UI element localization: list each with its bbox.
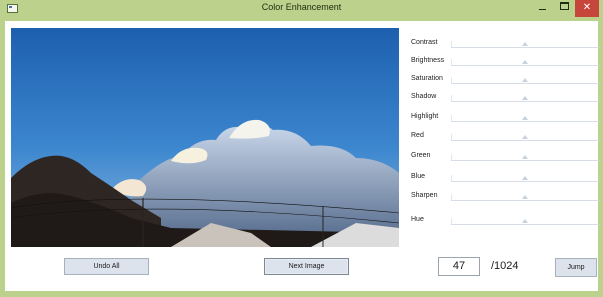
minimize-button[interactable] (531, 0, 553, 17)
slider-label: Shadow (411, 93, 437, 100)
slider-hue[interactable]: Hue (411, 215, 599, 231)
slider-label: Sharpen (411, 192, 438, 199)
slider-shadow[interactable]: Shadow (411, 92, 599, 108)
slider-red[interactable]: Red (411, 131, 599, 147)
client-area: Contrast Brightness Saturation Shadow Hi… (5, 21, 599, 291)
slider-track[interactable] (451, 47, 599, 48)
slider-track[interactable] (451, 121, 599, 122)
slider-blue[interactable]: Blue (411, 172, 599, 188)
slider-thumb[interactable] (522, 96, 528, 100)
slider-track[interactable] (451, 181, 599, 182)
slider-label: Blue (411, 173, 426, 180)
slider-label: Red (411, 132, 424, 139)
slider-thumb[interactable] (522, 78, 528, 82)
image-index-input[interactable]: 47 (438, 257, 480, 276)
slider-thumb[interactable] (522, 219, 528, 223)
slider-brightness[interactable]: Brightness (411, 56, 599, 72)
maximize-icon (559, 2, 569, 11)
jump-button[interactable]: Jump (555, 258, 597, 277)
maximize-button[interactable] (553, 0, 575, 17)
slider-highlight[interactable]: Highlight (411, 112, 599, 128)
slider-thumb[interactable] (522, 195, 528, 199)
minimize-icon (538, 8, 546, 10)
close-icon: ✕ (582, 2, 592, 13)
slider-label: Green (411, 152, 431, 159)
window-title: Color Enhancement (261, 2, 342, 12)
app-window: Color Enhancement ✕ Contrast Brightness … (0, 0, 603, 297)
slider-label: Contrast (411, 39, 438, 46)
slider-thumb[interactable] (522, 155, 528, 159)
slider-contrast[interactable]: Contrast (411, 38, 599, 54)
slider-track[interactable] (451, 101, 599, 102)
slider-saturation[interactable]: Saturation (411, 74, 599, 90)
slider-track[interactable] (451, 160, 599, 161)
title-bar[interactable]: Color Enhancement ✕ (0, 0, 603, 21)
next-image-button[interactable]: Next Image (264, 258, 349, 275)
image-total-count: /1024 (491, 260, 519, 272)
slider-sharpen[interactable]: Sharpen (411, 191, 599, 207)
slider-thumb[interactable] (522, 60, 528, 64)
slider-thumb[interactable] (522, 176, 528, 180)
slider-track[interactable] (451, 65, 599, 66)
slider-thumb[interactable] (522, 42, 528, 46)
slider-thumb[interactable] (522, 135, 528, 139)
adjustment-panel: Contrast Brightness Saturation Shadow Hi… (411, 21, 599, 251)
slider-label: Hue (411, 216, 424, 223)
slider-track[interactable] (451, 140, 599, 141)
slider-label: Brightness (411, 57, 445, 64)
image-preview (11, 28, 399, 247)
slider-track[interactable] (451, 200, 599, 201)
slider-thumb[interactable] (522, 116, 528, 120)
slider-label: Saturation (411, 75, 443, 82)
slider-track[interactable] (451, 224, 599, 225)
slider-label: Highlight (411, 113, 439, 120)
undo-all-button[interactable]: Undo All (64, 258, 149, 275)
slider-green[interactable]: Green (411, 151, 599, 167)
slider-track[interactable] (451, 83, 599, 84)
close-button[interactable]: ✕ (575, 0, 599, 17)
